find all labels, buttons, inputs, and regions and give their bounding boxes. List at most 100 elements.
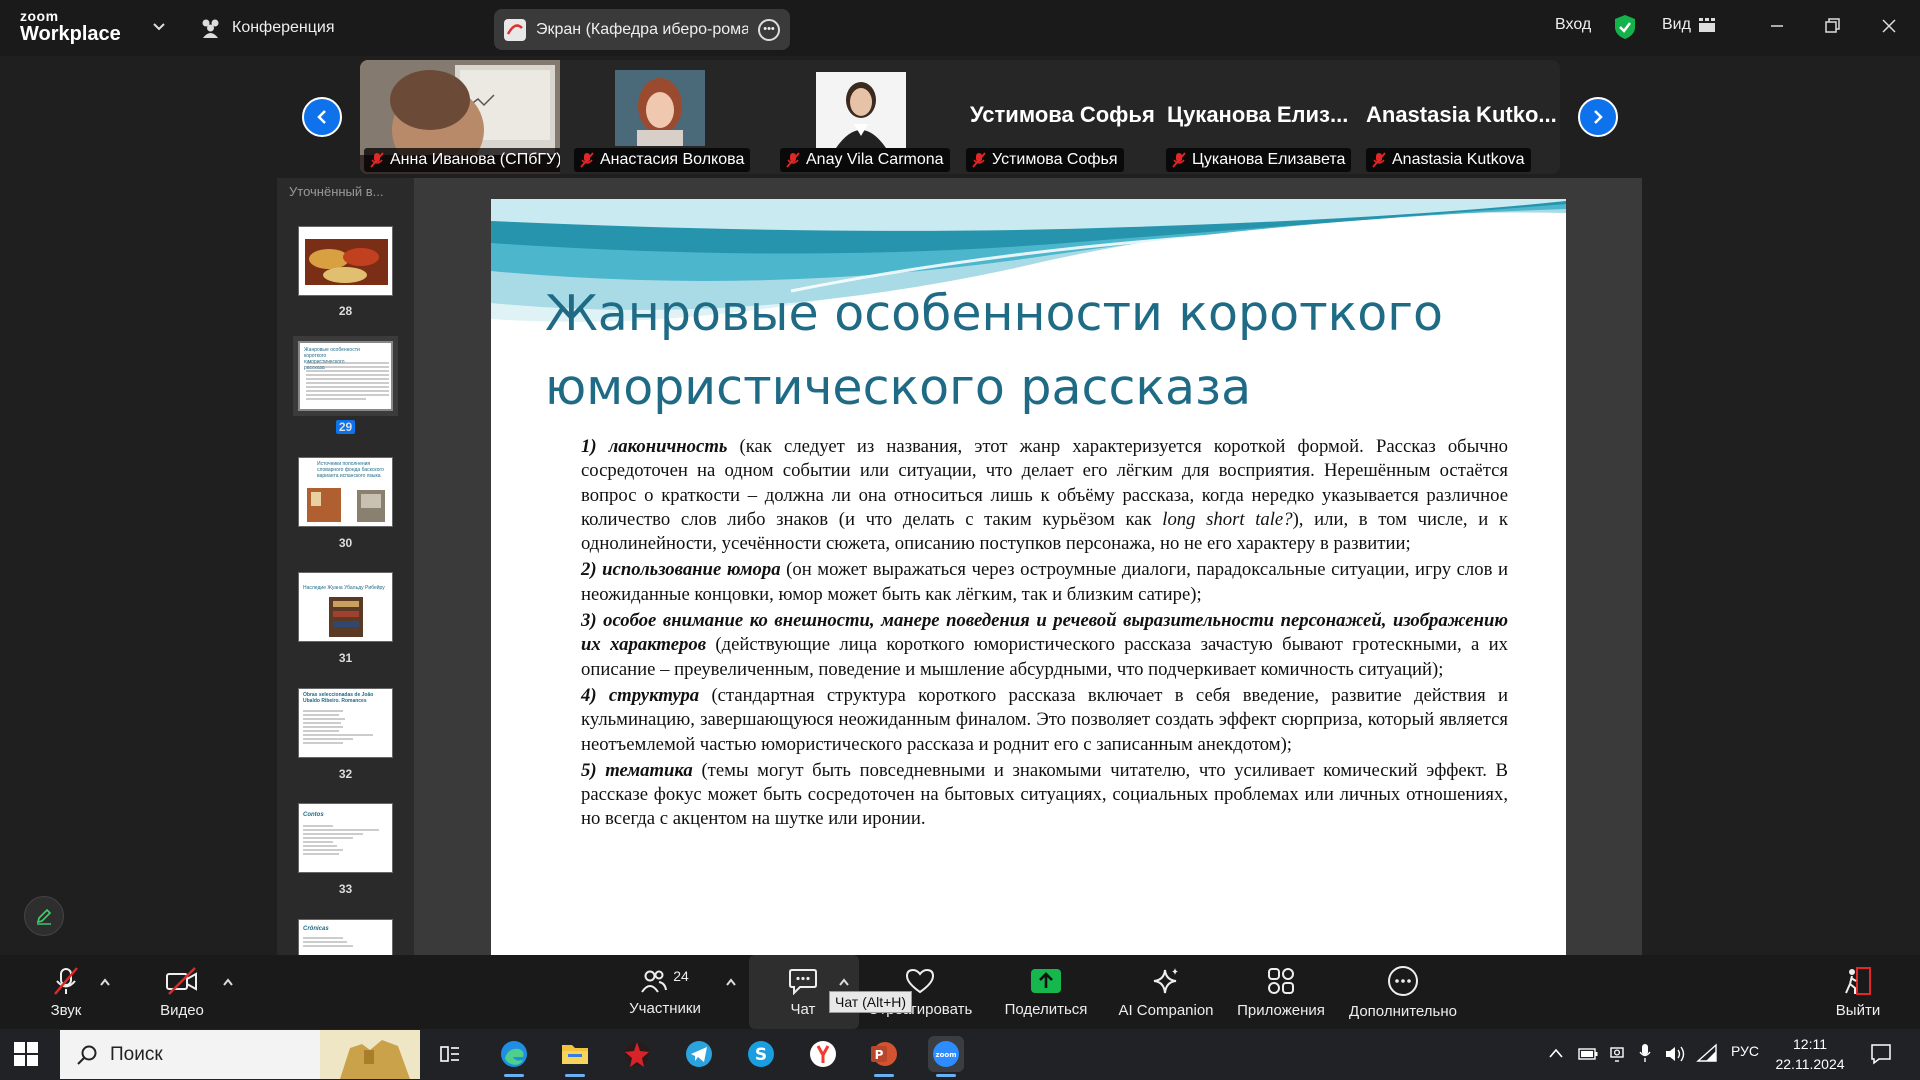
taskbar-app-edge[interactable] [496,1036,532,1077]
slide-number: 31 [338,651,353,665]
participant-tile[interactable]: Анна Иванова (СПбГУ) [360,60,560,174]
tray-chevron-up-icon[interactable] [1548,1047,1564,1059]
slide-thumbnail[interactable]: Obras seleccionadas de João Ubaldo Ribei… [298,688,393,758]
slide-thumbnail-title: Obras seleccionadas de João Ubaldo Ribei… [303,692,374,704]
slide-thumbnail-panel[interactable]: Уточнённый в... 28 Жанровые особенности … [277,178,414,955]
slide-number: 33 [338,882,353,896]
participants-icon-group: 24 [641,968,689,994]
chat-button[interactable]: Чат [781,955,825,1029]
video-options-chevron-up-icon[interactable] [221,977,235,987]
view-button[interactable]: Вид [1662,16,1715,34]
taskbar-app-powerpoint[interactable]: P [866,1036,902,1077]
audio-button[interactable]: Звук [44,955,88,1029]
slide-item-text: (стандартная структура короткого рассказ… [581,684,1508,755]
video-button[interactable]: Видео [156,955,208,1029]
mic-off-icon [786,152,800,168]
sign-in-link[interactable]: Вход [1555,16,1591,34]
participant-name: Anay Vila Carmona [806,151,944,168]
annotate-button[interactable] [24,896,64,936]
mic-muted-icon [54,966,78,995]
participant-tile[interactable]: Anay Vila Carmona [760,60,960,174]
participant-tile[interactable]: Цуканова Елизавета [1160,60,1360,174]
slide-thumbnail[interactable]: Crônicas [298,919,393,955]
task-view-button[interactable] [432,1036,468,1072]
slide-thumbnail-text-lines [303,937,353,947]
slide-thumbnail-selected[interactable]: Жанровые особенности короткого юмористич… [298,341,393,411]
minimize-icon[interactable] [1765,14,1789,38]
telegram-icon [686,1041,712,1067]
share-screen-button[interactable]: Поделиться [1000,955,1092,1029]
conference-button[interactable]: Конференция [200,16,335,40]
folder-icon [562,1045,588,1064]
slide-thumbnail[interactable] [298,226,393,296]
slide-thumbnail-text-lines [306,362,389,400]
taskbar-app-yandex[interactable] [805,1036,841,1072]
taskbar-app-zoom[interactable]: zoom [928,1036,964,1077]
slide-number: 32 [338,767,353,781]
notifications-icon[interactable] [1870,1043,1892,1065]
grid-icon [1698,18,1715,32]
wifi-icon[interactable] [1696,1043,1718,1063]
participant-name: Анастасия Волкова [600,151,745,168]
participant-name: Anastasia Kutkova [1392,151,1525,168]
slide-number: 30 [338,536,353,550]
slide-paragraph: 4) структура (стандартная структура коро… [581,684,1508,757]
close-icon[interactable] [1877,14,1901,38]
mic-off-icon [580,152,594,168]
slide-thumbnail-title: Contos [303,812,324,818]
taskbar-search-box[interactable]: Поиск [60,1030,420,1079]
leave-button[interactable]: Выйти [1836,955,1880,1029]
slide-title: Жанровые особенности короткого юмористич… [545,277,1545,425]
gallery-next-button[interactable] [1578,97,1618,137]
slide-number: 29 [277,420,414,434]
chat-options-chevron-up-icon[interactable] [837,977,851,987]
ai-companion-button[interactable]: AI Companion [1116,955,1216,1029]
taskbar-app-explorer[interactable] [557,1036,593,1077]
more-icon [1388,965,1418,996]
participant-avatar [816,72,906,148]
slide-thumbnail-title: Источники пополнения словарного фонда ба… [317,461,384,479]
app-red-star-icon [625,1042,649,1067]
slide-thumbnail-title: Наследие Жуана Убальду Рибейру [303,585,385,591]
battery-icon[interactable] [1578,1048,1598,1060]
apps-button[interactable]: Приложения [1234,955,1328,1029]
participants-button[interactable]: 24 Участники [621,955,709,1029]
chat-tooltip: Чат (Alt+H) [829,991,913,1013]
leave-door-icon [1845,966,1871,995]
slide-thumbnail[interactable]: Наследие Жуана Убальду Рибейру [298,572,393,642]
more-options-icon[interactable]: ••• [758,18,780,41]
zoom-app-icon: zoom [933,1041,959,1067]
participant-tile[interactable]: Устимова Софья [960,60,1160,174]
participant-name-chip: Анна Иванова (СПбГУ) [364,148,560,172]
slide-thumbnail[interactable]: Contos [298,803,393,873]
chat-icon [789,968,817,995]
taskbar-app-red[interactable] [619,1036,655,1072]
clock-date: 22.11.2024 [1775,1056,1845,1072]
microphone-in-use-icon[interactable] [1638,1043,1652,1063]
input-language[interactable]: РУС [1731,1043,1759,1059]
search-placeholder: Поиск [110,1043,163,1065]
windows-start-icon[interactable] [14,1042,38,1066]
participant-tile[interactable]: Анастасия Волкова [560,60,760,174]
taskbar-app-skype[interactable]: S [743,1036,779,1072]
slide-number: 28 [338,304,353,318]
taskbar-app-telegram[interactable] [681,1036,717,1072]
system-clock[interactable]: 12:11 22.11.2024 [1770,1034,1850,1074]
participant-tile[interactable]: Anastasia Kutkova [1360,60,1560,174]
restore-icon[interactable] [1820,14,1844,38]
pencil-icon [36,908,52,925]
chevron-down-icon[interactable] [152,19,166,33]
slide-thumbnail[interactable]: Источники пополнения словарного фонда ба… [298,457,393,527]
security-shield-icon[interactable] [1614,14,1636,40]
participants-options-chevron-up-icon[interactable] [724,977,738,987]
participant-name-chip: Анастасия Волкова [574,148,751,172]
gallery-prev-button[interactable] [302,97,342,137]
audio-options-chevron-up-icon[interactable] [98,977,112,987]
chevron-right-icon [1594,110,1603,124]
volume-icon[interactable] [1664,1044,1686,1064]
mic-off-icon [1372,152,1386,168]
screen-share-indicator[interactable]: Экран (Кафедра иберо-романс ••• [494,9,790,50]
camera-in-use-icon[interactable] [1609,1044,1627,1064]
slide-item-heading: 1) лаконичность [581,436,728,457]
more-button[interactable]: Дополнительно [1346,955,1460,1029]
